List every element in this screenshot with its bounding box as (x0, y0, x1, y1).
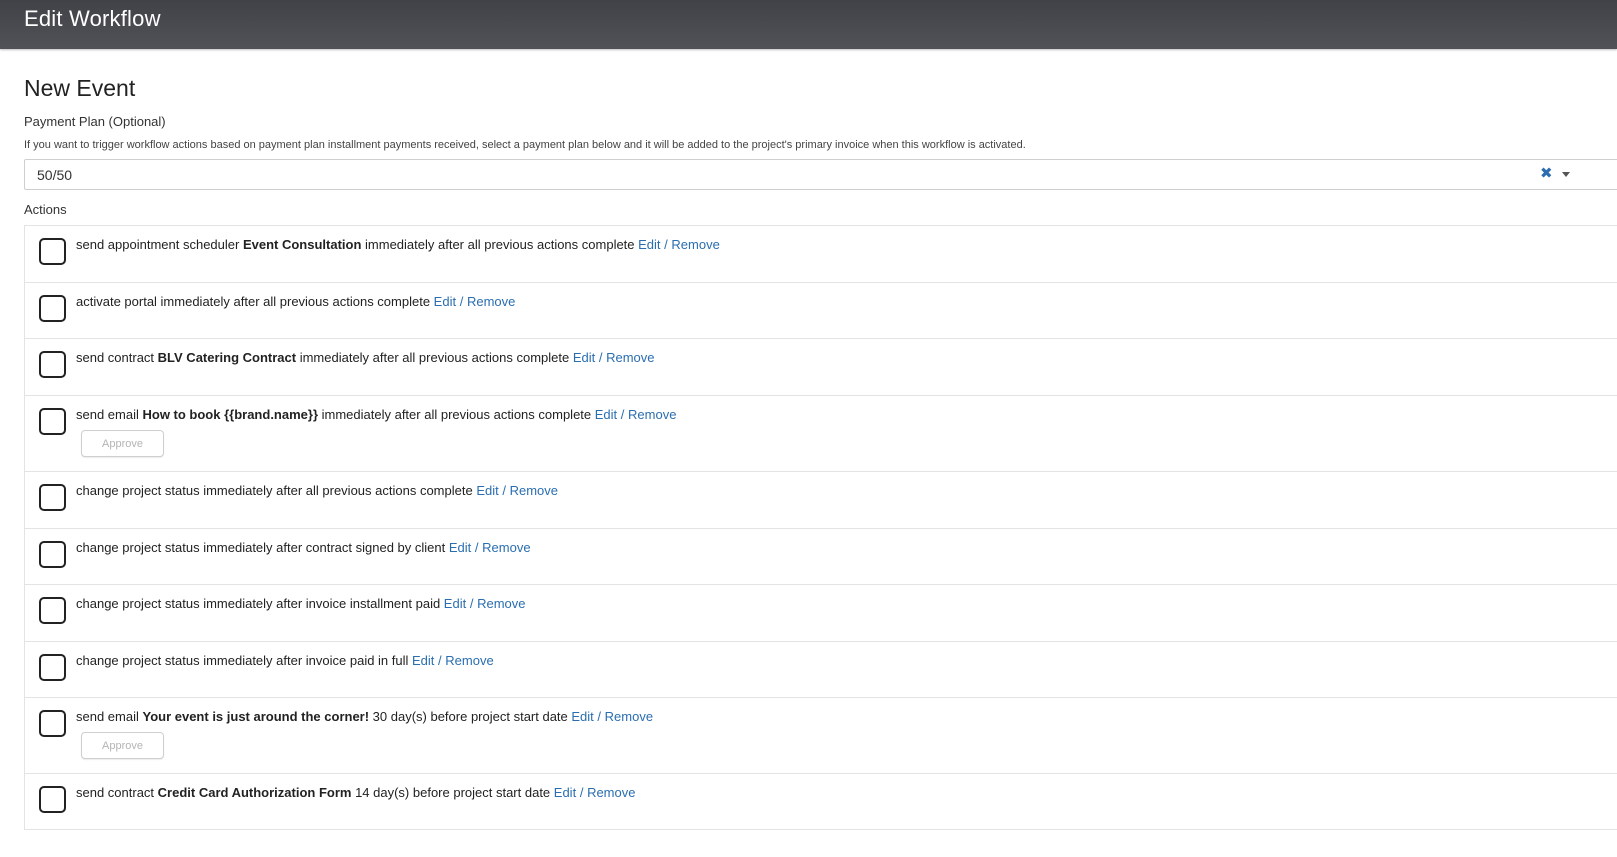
action-text: send contract (76, 785, 158, 800)
action-text: change project status immediately after … (76, 483, 477, 498)
action-text: send appointment scheduler (76, 237, 243, 252)
page-title: Edit Workflow (24, 6, 161, 31)
action-list: send appointment scheduler Event Consult… (24, 225, 1617, 830)
edit-link[interactable]: Edit (595, 407, 617, 422)
clear-selection-icon[interactable]: ✖ (1540, 164, 1553, 182)
action-checkbox[interactable] (39, 654, 66, 681)
link-separator: / (459, 294, 464, 309)
action-text: change project status immediately after … (76, 596, 444, 611)
payment-plan-selected-value: 50/50 (37, 167, 73, 183)
link-separator: / (579, 785, 584, 800)
edit-link[interactable]: Edit (412, 653, 434, 668)
action-target-name: Credit Card Authorization Form (157, 785, 352, 800)
action-timing: 14 day(s) before project start date (351, 785, 554, 800)
remove-link[interactable]: Remove (605, 709, 653, 724)
action-row: activate portal immediately after all pr… (24, 282, 1617, 338)
action-text: change project status immediately after … (76, 540, 449, 555)
action-checkbox[interactable] (39, 238, 66, 265)
action-row: change project status immediately after … (24, 528, 1617, 584)
remove-link[interactable]: Remove (587, 785, 635, 800)
action-timing: immediately after all previous actions c… (361, 237, 639, 252)
link-separator: / (474, 540, 479, 555)
action-timing: immediately after all previous actions c… (296, 350, 573, 365)
actions-label: Actions (24, 202, 67, 217)
remove-link[interactable]: Remove (510, 483, 558, 498)
edit-link[interactable]: Edit (638, 237, 660, 252)
action-description: change project status immediately after … (76, 653, 494, 668)
action-checkbox[interactable] (39, 351, 66, 378)
edit-link[interactable]: Edit (571, 709, 593, 724)
edit-link[interactable]: Edit (573, 350, 595, 365)
action-description: send appointment scheduler Event Consult… (76, 237, 720, 252)
link-separator: / (620, 407, 625, 422)
action-row: send email Your event is just around the… (24, 697, 1617, 773)
action-description: change project status immediately after … (76, 483, 558, 498)
action-description: change project status immediately after … (76, 596, 526, 611)
payment-plan-help-text: If you want to trigger workflow actions … (24, 139, 1026, 151)
action-text: change project status immediately after … (76, 653, 413, 668)
action-row: change project status immediately after … (24, 471, 1617, 528)
edit-link[interactable]: Edit (476, 483, 498, 498)
action-checkbox[interactable] (39, 597, 66, 624)
link-separator: / (664, 237, 668, 252)
approve-button[interactable]: Approve (81, 732, 164, 759)
action-row: send contract BLV Catering Contract imme… (24, 338, 1617, 395)
action-description: send email Your event is just around the… (76, 709, 653, 724)
remove-link[interactable]: Remove (628, 407, 676, 422)
remove-link[interactable]: Remove (445, 653, 493, 668)
action-target-name: BLV Catering Contract (157, 350, 297, 365)
action-description: send contract Credit Card Authorization … (76, 785, 635, 800)
edit-link[interactable]: Edit (554, 785, 576, 800)
action-target-name: Event Consultation (242, 237, 362, 252)
action-checkbox[interactable] (39, 710, 66, 737)
link-separator: / (469, 596, 474, 611)
remove-link[interactable]: Remove (482, 540, 530, 555)
action-checkbox[interactable] (39, 786, 66, 813)
action-description: change project status immediately after … (76, 540, 531, 555)
action-timing: immediately after all previous actions c… (318, 407, 595, 422)
remove-link[interactable]: Remove (477, 596, 525, 611)
link-separator: / (438, 653, 442, 668)
link-separator: / (502, 483, 506, 498)
remove-link[interactable]: Remove (671, 237, 719, 252)
dropdown-caret-icon[interactable] (1562, 172, 1570, 177)
action-text: send email (76, 407, 143, 422)
approve-button[interactable]: Approve (81, 430, 164, 457)
payment-plan-label: Payment Plan (Optional) (24, 114, 166, 129)
action-checkbox[interactable] (39, 484, 66, 511)
action-text: send email (76, 709, 143, 724)
action-text: activate portal immediately after all pr… (76, 294, 434, 309)
action-checkbox[interactable] (39, 295, 66, 322)
action-description: send email How to book {{brand.name}} im… (76, 407, 676, 422)
action-description: send contract BLV Catering Contract imme… (76, 350, 655, 365)
edit-link[interactable]: Edit (449, 540, 471, 555)
action-text: send contract (76, 350, 158, 365)
action-row: change project status immediately after … (24, 641, 1617, 697)
action-row: change project status immediately after … (24, 584, 1617, 641)
action-target-name: How to book {{brand.name}} (142, 407, 319, 422)
remove-link[interactable]: Remove (606, 350, 654, 365)
edit-link[interactable]: Edit (434, 294, 456, 309)
action-row: send contract Credit Card Authorization … (24, 773, 1617, 830)
link-separator: / (598, 350, 603, 365)
app-header: Edit Workflow (0, 0, 1617, 49)
action-row: send email How to book {{brand.name}} im… (24, 395, 1617, 471)
action-description: activate portal immediately after all pr… (76, 294, 515, 309)
payment-plan-select[interactable]: 50/50 ✖ (24, 159, 1617, 190)
link-separator: / (597, 709, 602, 724)
edit-link[interactable]: Edit (444, 596, 466, 611)
event-title: New Event (24, 75, 136, 101)
action-target-name: Your event is just around the corner! (142, 709, 370, 724)
action-row: send appointment scheduler Event Consult… (24, 225, 1617, 282)
action-checkbox[interactable] (39, 408, 66, 435)
remove-link[interactable]: Remove (467, 294, 515, 309)
action-timing: 30 day(s) before project start date (369, 709, 572, 724)
action-checkbox[interactable] (39, 541, 66, 568)
